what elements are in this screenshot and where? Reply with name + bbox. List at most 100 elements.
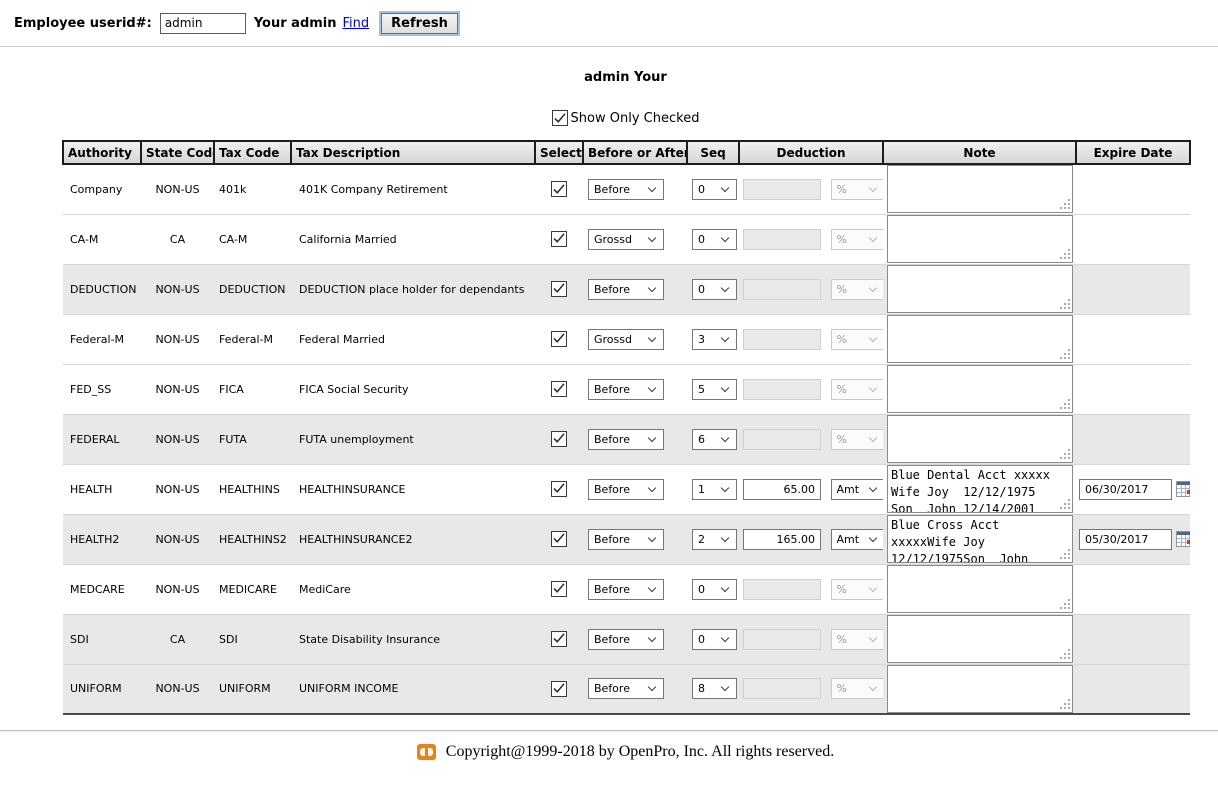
select-checkbox[interactable] — [551, 181, 567, 197]
resize-grip-icon[interactable] — [1068, 307, 1070, 309]
calendar-icon[interactable] — [1176, 481, 1190, 497]
before-after-select[interactable]: Before — [588, 429, 664, 450]
resize-grip-icon[interactable] — [1068, 457, 1070, 459]
resize-grip-icon[interactable] — [1068, 557, 1070, 559]
calendar-icon[interactable] — [1176, 531, 1190, 547]
refresh-button[interactable]: Refresh — [381, 13, 458, 34]
seq-select[interactable]: 0 — [692, 179, 737, 200]
deduction-unit-select[interactable]: % — [831, 229, 884, 250]
chevron-down-icon — [721, 633, 729, 641]
expire-date-input[interactable] — [1079, 479, 1172, 500]
deduction-amount-input[interactable] — [743, 229, 821, 250]
find-link[interactable]: Find — [343, 16, 370, 31]
seq-select[interactable]: 0 — [692, 629, 737, 650]
select-checkbox[interactable] — [551, 381, 567, 397]
chevron-down-icon — [868, 383, 876, 391]
chevron-down-icon — [648, 633, 656, 641]
resize-grip-icon[interactable] — [1068, 407, 1070, 409]
deduction-amount-input[interactable] — [743, 579, 821, 600]
note-textarea[interactable] — [887, 165, 1073, 213]
chevron-down-icon — [868, 333, 876, 341]
deduction-amount-input[interactable] — [743, 479, 821, 500]
seq-select[interactable]: 0 — [692, 279, 737, 300]
deduction-amount-input[interactable] — [743, 629, 821, 650]
resize-grip-icon[interactable] — [1068, 507, 1070, 509]
select-checkbox[interactable] — [551, 531, 567, 547]
deduction-unit-select[interactable]: Amt — [831, 479, 884, 500]
resize-grip-icon[interactable] — [1068, 657, 1070, 659]
before-after-select[interactable]: Before — [588, 379, 664, 400]
seq-select[interactable]: 8 — [692, 678, 737, 699]
select-checkbox[interactable] — [551, 631, 567, 647]
note-textarea[interactable] — [887, 565, 1073, 613]
select-checkbox[interactable] — [551, 231, 567, 247]
deduction-unit-select[interactable]: % — [831, 179, 884, 200]
before-after-select[interactable]: Before — [588, 529, 664, 550]
select-checkbox[interactable] — [551, 431, 567, 447]
deduction-amount-input[interactable] — [743, 329, 821, 350]
note-textarea[interactable] — [887, 315, 1073, 363]
deduction-unit-select[interactable]: % — [831, 629, 884, 650]
seq-select[interactable]: 3 — [692, 329, 737, 350]
deduction-unit-select[interactable]: % — [831, 379, 884, 400]
select-checkbox[interactable] — [551, 281, 567, 297]
deduction-unit-select[interactable]: % — [831, 678, 884, 699]
deduction-unit-select[interactable]: % — [831, 579, 884, 600]
chevron-down-icon — [648, 433, 656, 441]
resize-grip-icon[interactable] — [1068, 257, 1070, 259]
deduction-amount-input[interactable] — [743, 678, 821, 699]
deduction-amount-input[interactable] — [743, 379, 821, 400]
before-after-select[interactable]: Before — [588, 279, 664, 300]
deduction-amount-input[interactable] — [743, 429, 821, 450]
resize-grip-icon[interactable] — [1068, 207, 1070, 209]
seq-select[interactable]: 2 — [692, 529, 737, 550]
before-after-select[interactable]: Before — [588, 479, 664, 500]
deduction-unit-select[interactable]: % — [831, 329, 884, 350]
note-textarea[interactable] — [887, 365, 1073, 413]
checkmark-icon — [553, 483, 565, 494]
resize-grip-icon[interactable] — [1068, 607, 1070, 609]
deduction-amount-input[interactable] — [743, 279, 821, 300]
resize-grip-icon[interactable] — [1068, 357, 1070, 359]
select-checkbox[interactable] — [551, 331, 567, 347]
tax-description-cell: California Married — [299, 233, 397, 246]
note-textarea[interactable] — [887, 665, 1073, 713]
note-textarea[interactable] — [887, 265, 1073, 313]
deduction-unit-select[interactable]: % — [831, 279, 884, 300]
before-after-select[interactable]: Grossd — [588, 229, 664, 250]
show-only-checked-checkbox[interactable] — [552, 110, 568, 126]
seq-select[interactable]: 0 — [692, 579, 737, 600]
before-after-select[interactable]: Before — [588, 678, 664, 699]
employee-userid-input[interactable] — [160, 13, 246, 34]
tax-code-cell: CA-M — [219, 233, 247, 246]
deduction-amount-input[interactable] — [743, 529, 821, 550]
table-header-row: AuthorityState CodeTax CodeTax Descripti… — [63, 141, 1190, 164]
table-row: MEDCARE NON-US MEDICARE MediCare Before … — [63, 564, 1190, 614]
deduction-unit-select[interactable]: Amt — [831, 529, 884, 550]
chevron-down-icon — [721, 583, 729, 591]
note-textarea[interactable] — [887, 465, 1073, 513]
tax-code-cell: SDI — [219, 633, 238, 646]
note-textarea[interactable] — [887, 215, 1073, 263]
seq-select[interactable]: 0 — [692, 229, 737, 250]
tax-description-cell: HEALTHINSURANCE2 — [299, 533, 412, 546]
note-textarea[interactable] — [887, 415, 1073, 463]
before-after-select[interactable]: Before — [588, 179, 664, 200]
expire-date-input[interactable] — [1079, 529, 1172, 550]
before-after-select[interactable]: Before — [588, 579, 664, 600]
deduction-amount-input[interactable] — [743, 179, 821, 200]
chevron-down-icon — [721, 184, 729, 192]
deduction-unit-select[interactable]: % — [831, 429, 884, 450]
note-textarea[interactable] — [887, 515, 1073, 563]
seq-select[interactable]: 5 — [692, 379, 737, 400]
before-after-select[interactable]: Before — [588, 629, 664, 650]
authority-cell: SDI — [70, 633, 89, 646]
resize-grip-icon[interactable] — [1068, 707, 1070, 709]
select-checkbox[interactable] — [551, 581, 567, 597]
select-checkbox[interactable] — [551, 681, 567, 697]
seq-select[interactable]: 1 — [692, 479, 737, 500]
note-textarea[interactable] — [887, 615, 1073, 663]
select-checkbox[interactable] — [551, 481, 567, 497]
seq-select[interactable]: 6 — [692, 429, 737, 450]
before-after-select[interactable]: Grossd — [588, 329, 664, 350]
